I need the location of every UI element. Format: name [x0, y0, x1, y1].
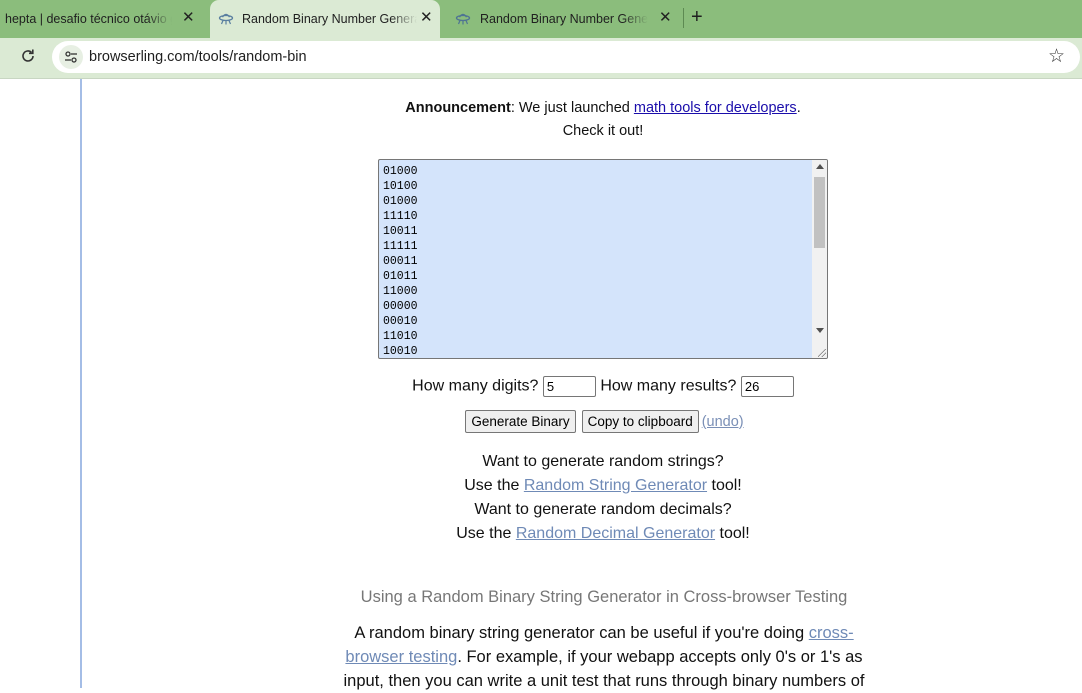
paragraph-text: A random binary string generator can be …: [354, 624, 809, 642]
tab-title: Random Binary Number Genera: [242, 12, 417, 26]
results-label: How many results?: [600, 377, 737, 395]
promo-line: Want to generate random strings?: [482, 453, 724, 470]
site-settings-icon[interactable]: [59, 45, 83, 69]
announcement-label: Announcement: [405, 100, 511, 116]
options-row: How many digits? How many results?: [380, 376, 826, 397]
undo-link[interactable]: (undo): [702, 414, 744, 430]
digits-label: How many digits?: [412, 377, 539, 395]
promo-text: Use the: [464, 477, 524, 494]
tab-title: hepta | desafio técnico otávio g: [5, 12, 172, 26]
tab-hepta[interactable]: hepta | desafio técnico otávio g ✕: [0, 0, 208, 38]
generate-binary-button[interactable]: Generate Binary: [465, 410, 576, 433]
tab-random-binary-active[interactable]: Random Binary Number Genera ✕: [210, 0, 440, 38]
output-text: 01000 10100 01000 11110 10011 11111 0001…: [383, 165, 418, 358]
promo-line: Use the Random Decimal Generator tool!: [380, 522, 826, 546]
tab-separator: [683, 8, 684, 28]
announcement-text: : We just launched: [510, 100, 634, 116]
browserling-favicon-icon: [218, 12, 234, 29]
promo-text: Use the: [456, 525, 516, 542]
random-string-generator-link[interactable]: Random String Generator: [524, 477, 707, 494]
math-tools-link[interactable]: math tools for developers: [634, 100, 797, 116]
address-bar[interactable]: browserling.com/tools/random-bin ☆: [52, 41, 1080, 73]
actions-row: Generate Binary Copy to clipboard (undo): [380, 410, 826, 433]
browserling-favicon-icon: [455, 12, 471, 29]
tab-title: Random Binary Number Genera: [480, 12, 648, 26]
scroll-up-icon[interactable]: [816, 164, 824, 169]
random-decimal-generator-link[interactable]: Random Decimal Generator: [516, 525, 715, 542]
browser-toolbar: browserling.com/tools/random-bin ☆: [0, 38, 1082, 79]
promo-line: Want to generate random decimals?: [474, 501, 732, 518]
close-icon[interactable]: ✕: [420, 10, 433, 25]
copy-to-clipboard-button[interactable]: Copy to clipboard: [581, 410, 699, 433]
section-paragraph: A random binary string generator can be …: [330, 621, 878, 693]
scroll-thumb[interactable]: [814, 177, 825, 248]
new-tab-icon[interactable]: +: [691, 5, 703, 29]
resize-handle-icon[interactable]: [818, 349, 826, 357]
promo-block: Want to generate random strings? Use the…: [380, 450, 826, 546]
announcement: Announcement: We just launched math tool…: [360, 97, 846, 143]
digits-input[interactable]: [542, 376, 596, 397]
page-left-border: [80, 79, 82, 688]
url-text: browserling.com/tools/random-bin: [89, 49, 307, 65]
reload-icon[interactable]: [18, 46, 38, 66]
output-textarea[interactable]: 01000 10100 01000 11110 10011 11111 0001…: [378, 159, 828, 359]
announcement-line2: Check it out!: [562, 123, 644, 139]
bookmark-star-icon[interactable]: ☆: [1048, 45, 1065, 68]
promo-text: tool!: [707, 477, 742, 494]
tab-random-binary[interactable]: Random Binary Number Genera ✕: [450, 0, 682, 38]
tab-strip: hepta | desafio técnico otávio g ✕ Rando…: [0, 0, 1082, 38]
section-heading: Using a Random Binary String Generator i…: [360, 588, 848, 606]
promo-line: Use the Random String Generator tool!: [380, 474, 826, 498]
announcement-end: .: [796, 100, 801, 116]
close-icon[interactable]: ✕: [659, 10, 672, 25]
close-icon[interactable]: ✕: [182, 10, 195, 25]
results-input[interactable]: [740, 376, 794, 397]
output-scrollbar[interactable]: [812, 160, 827, 358]
scroll-down-icon[interactable]: [816, 328, 824, 333]
promo-text: tool!: [715, 525, 750, 542]
